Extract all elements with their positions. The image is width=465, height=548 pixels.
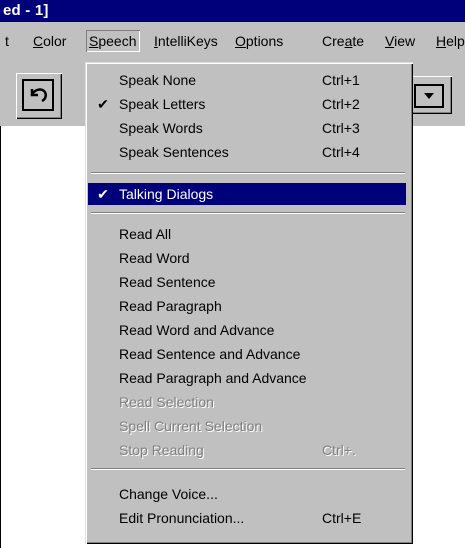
menu-item-spell-selection: Spell Current Selection [119, 418, 263, 434]
menu-item-read-sentence[interactable]: Read Sentence [88, 271, 406, 293]
menu-item-read-all[interactable]: Read All [88, 223, 406, 245]
window-title: ed - 1] [3, 2, 49, 19]
menu-item-speak-sentences[interactable]: Speak Sentences Ctrl+4 [88, 141, 406, 163]
dropdown-arrow-icon [414, 84, 444, 108]
document-edge [0, 126, 1, 548]
menu-item-stop-reading: Stop Reading Ctrl+. [119, 442, 356, 458]
menu-item-edit-pronunciation[interactable]: Edit Pronunciation... Ctrl+E [88, 507, 406, 529]
menu-item-read-word-advance[interactable]: Read Word and Advance [88, 319, 406, 341]
menu-separator [91, 212, 405, 214]
menu-create[interactable]: Create [319, 30, 367, 52]
menu-item-talking-dialogs[interactable]: ✔ Talking Dialogs [88, 183, 406, 205]
speech-menu-dropdown: Speak None Ctrl+1 ✔ Speak Letters Ctrl+2… [85, 62, 413, 544]
menu-text[interactable]: t [2, 30, 12, 52]
menu-separator [91, 468, 405, 470]
menu-help[interactable]: Help [433, 30, 465, 52]
check-mark-icon: ✔ [97, 96, 109, 112]
menu-item-read-selection: Read Selection [119, 394, 214, 410]
undo-arrow-icon [22, 79, 54, 111]
menu-item-read-sentence-advance[interactable]: Read Sentence and Advance [88, 343, 406, 365]
menu-item-speak-letters[interactable]: ✔ Speak Letters Ctrl+2 [88, 93, 406, 115]
menu-options[interactable]: Options [232, 30, 286, 52]
menu-bar: t Color Speech IntelliKeys Options Creat… [0, 22, 465, 62]
menu-view[interactable]: View [382, 30, 418, 52]
menu-item-read-word[interactable]: Read Word [88, 247, 406, 269]
menu-item-read-paragraph[interactable]: Read Paragraph [88, 295, 406, 317]
menu-item-read-paragraph-advance[interactable]: Read Paragraph and Advance [88, 367, 406, 389]
menu-separator [91, 172, 405, 174]
style-dropdown-button[interactable] [408, 76, 452, 114]
menu-color[interactable]: Color [30, 30, 69, 52]
undo-button[interactable] [16, 73, 62, 119]
menu-intellikeys[interactable]: IntelliKeys [151, 30, 221, 52]
check-mark-icon: ✔ [97, 186, 109, 202]
menu-item-change-voice[interactable]: Change Voice... [88, 483, 406, 505]
menu-item-speak-words[interactable]: Speak Words Ctrl+3 [88, 117, 406, 139]
title-bar: ed - 1] [0, 0, 465, 22]
menu-speech[interactable]: Speech [86, 30, 140, 52]
menu-item-speak-none[interactable]: Speak None Ctrl+1 [88, 69, 406, 91]
